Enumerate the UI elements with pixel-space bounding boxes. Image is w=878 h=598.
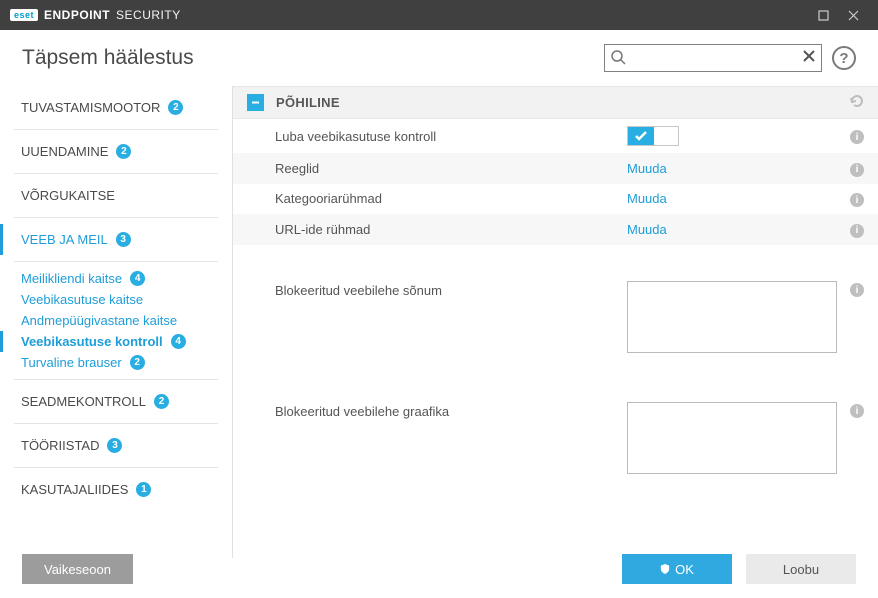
ok-label: OK bbox=[675, 562, 694, 577]
row-label: Kategooriarühmad bbox=[275, 191, 627, 206]
cancel-button[interactable]: Loobu bbox=[746, 554, 856, 584]
sidebar-badge: 3 bbox=[107, 438, 122, 453]
blocked-graphic-textarea[interactable] bbox=[627, 402, 837, 474]
sidebar-label: Turvaline brauser bbox=[21, 355, 122, 370]
sidebar-badge: 3 bbox=[116, 232, 131, 247]
sidebar-label: Veebikasutuse kontroll bbox=[21, 334, 163, 349]
footer: Vaikeseoon OK Loobu bbox=[0, 540, 878, 598]
info-button[interactable]: i bbox=[850, 193, 864, 207]
sidebar-divider bbox=[14, 173, 218, 174]
shield-icon bbox=[660, 564, 670, 574]
blocked-message-textarea[interactable] bbox=[627, 281, 837, 353]
minus-icon bbox=[250, 97, 261, 108]
sidebar-item-tools[interactable]: TÖÖRIISTAD 3 bbox=[0, 430, 232, 461]
sidebar-item-web-email[interactable]: VEEB JA MEIL 3 bbox=[0, 224, 232, 255]
info-button[interactable]: i bbox=[850, 163, 864, 177]
sidebar-label: Veebikasutuse kaitse bbox=[21, 292, 143, 307]
sidebar-item-devicecontrol[interactable]: SEADMEKONTROLL 2 bbox=[0, 386, 232, 417]
help-button[interactable]: ? bbox=[832, 46, 856, 70]
sidebar-divider bbox=[14, 261, 218, 262]
row-label: URL-ide rühmad bbox=[275, 222, 627, 237]
sidebar-divider bbox=[14, 129, 218, 130]
ok-button[interactable]: OK bbox=[622, 554, 732, 584]
brand: eset ENDPOINT SECURITY bbox=[10, 8, 181, 22]
search-wrap bbox=[604, 44, 822, 72]
maximize-icon bbox=[818, 10, 829, 21]
section-gap bbox=[233, 366, 878, 392]
sidebar-label: SEADMEKONTROLL bbox=[21, 394, 146, 409]
search-icon bbox=[610, 49, 626, 68]
brand-name-strong: ENDPOINT bbox=[44, 8, 110, 22]
row-label: Blokeeritud veebilehe graafika bbox=[275, 402, 627, 419]
sidebar-subitem-antiphishing[interactable]: Andmepüügivastane kaitse bbox=[0, 310, 232, 331]
row-url-groups: URL-ide rühmad Muuda i bbox=[233, 214, 878, 245]
sidebar-subitem-webaccess[interactable]: Veebikasutuse kaitse bbox=[0, 289, 232, 310]
sidebar-item-update[interactable]: UUENDAMINE 2 bbox=[0, 136, 232, 167]
brand-badge: eset bbox=[10, 9, 38, 21]
row-blocked-graphic: Blokeeritud veebilehe graafika i bbox=[233, 392, 878, 487]
sidebar-subitem-mailclient[interactable]: Meilikliendi kaitse 4 bbox=[0, 268, 232, 289]
row-label: Blokeeritud veebilehe sõnum bbox=[275, 281, 627, 298]
sidebar-divider bbox=[14, 423, 218, 424]
clear-search-button[interactable] bbox=[802, 49, 816, 66]
x-icon bbox=[802, 49, 816, 63]
window-maximize-button[interactable] bbox=[808, 0, 838, 30]
row-category-groups: Kategooriarühmad Muuda i bbox=[233, 184, 878, 215]
sidebar-badge: 2 bbox=[168, 100, 183, 115]
row-rules: Reeglid Muuda i bbox=[233, 153, 878, 184]
sidebar-badge: 4 bbox=[171, 334, 186, 349]
search-input[interactable] bbox=[604, 44, 822, 72]
sidebar-label: KASUTAJALIIDES bbox=[21, 482, 128, 497]
info-button[interactable]: i bbox=[850, 283, 864, 297]
undo-icon bbox=[848, 93, 864, 109]
sidebar-badge: 2 bbox=[116, 144, 131, 159]
undo-button[interactable] bbox=[848, 93, 864, 112]
brand-name-light: SECURITY bbox=[116, 8, 181, 22]
section-gap bbox=[233, 245, 878, 271]
collapse-button[interactable] bbox=[247, 94, 264, 111]
edit-url-groups-link[interactable]: Muuda bbox=[627, 222, 667, 237]
info-button[interactable]: i bbox=[850, 224, 864, 238]
row-enable-webcontrol: Luba veebikasutuse kontroll i bbox=[233, 119, 878, 153]
section-title: PÕHILINE bbox=[276, 95, 340, 110]
page-title: Täpsem häälestus bbox=[22, 46, 194, 70]
edit-category-groups-link[interactable]: Muuda bbox=[627, 191, 667, 206]
sidebar-label: TÖÖRIISTAD bbox=[21, 438, 99, 453]
sidebar-divider bbox=[14, 467, 218, 468]
sidebar-item-network[interactable]: VÕRGUKAITSE bbox=[0, 180, 232, 211]
close-icon bbox=[848, 10, 859, 21]
sidebar: TUVASTAMISMOOTOR 2 UUENDAMINE 2 VÕRGUKAITS… bbox=[0, 86, 232, 558]
toggle-knob bbox=[628, 127, 654, 145]
check-icon bbox=[635, 131, 647, 141]
sidebar-subitem-webcontrol[interactable]: Veebikasutuse kontroll 4 bbox=[0, 331, 232, 352]
info-button[interactable]: i bbox=[850, 404, 864, 418]
sidebar-label: Andmepüügivastane kaitse bbox=[21, 313, 177, 328]
sidebar-item-detection-engine[interactable]: TUVASTAMISMOOTOR 2 bbox=[0, 92, 232, 123]
content-pane: PÕHILINE Luba veebikasutuse kontroll i R… bbox=[232, 86, 878, 558]
sidebar-label: VÕRGUKAITSE bbox=[21, 188, 115, 203]
header: Täpsem häälestus ? bbox=[0, 30, 878, 86]
default-button[interactable]: Vaikeseoon bbox=[22, 554, 133, 584]
sidebar-badge: 4 bbox=[130, 271, 145, 286]
titlebar: eset ENDPOINT SECURITY bbox=[0, 0, 878, 30]
sidebar-item-ui[interactable]: KASUTAJALIIDES 1 bbox=[0, 474, 232, 505]
edit-rules-link[interactable]: Muuda bbox=[627, 161, 667, 176]
sidebar-label: VEEB JA MEIL bbox=[21, 232, 108, 247]
sidebar-divider bbox=[14, 217, 218, 218]
section-header: PÕHILINE bbox=[233, 86, 878, 119]
sidebar-label: UUENDAMINE bbox=[21, 144, 108, 159]
sidebar-subitem-securebrowser[interactable]: Turvaline brauser 2 bbox=[0, 352, 232, 373]
info-button[interactable]: i bbox=[850, 130, 864, 144]
window-close-button[interactable] bbox=[838, 0, 868, 30]
sidebar-badge: 2 bbox=[154, 394, 169, 409]
sidebar-divider bbox=[14, 379, 218, 380]
sidebar-badge: 1 bbox=[136, 482, 151, 497]
row-blocked-message: Blokeeritud veebilehe sõnum i bbox=[233, 271, 878, 366]
sidebar-label: TUVASTAMISMOOTOR bbox=[21, 100, 160, 115]
row-label: Luba veebikasutuse kontroll bbox=[275, 129, 627, 144]
row-label: Reeglid bbox=[275, 161, 627, 176]
sidebar-label: Meilikliendi kaitse bbox=[21, 271, 122, 286]
toggle-enable-webcontrol[interactable] bbox=[627, 126, 679, 146]
sidebar-badge: 2 bbox=[130, 355, 145, 370]
